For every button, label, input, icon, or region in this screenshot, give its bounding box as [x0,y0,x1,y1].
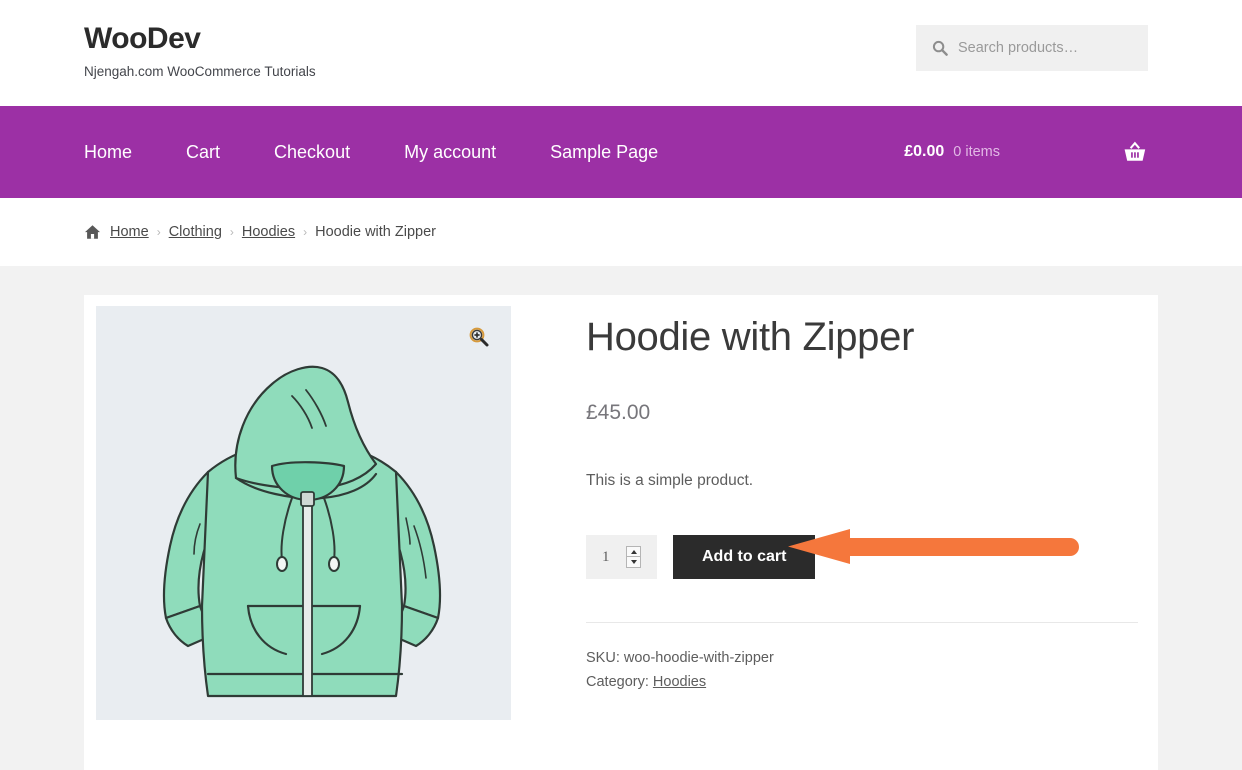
breadcrumb-separator: › [156,225,161,239]
category-label: Category: [586,673,649,690]
search-icon [932,40,948,56]
breadcrumb-separator: › [229,225,234,239]
breadcrumb-item-current: Hoodie with Zipper [315,224,436,240]
breadcrumb-item-home[interactable]: Home [110,224,149,240]
nav-item-my-account[interactable]: My account [404,136,496,169]
search-input[interactable] [958,40,1133,56]
nav-item-sample-page[interactable]: Sample Page [550,136,658,169]
breadcrumb-item-clothing[interactable]: Clothing [169,224,222,240]
sku-value: woo-hoodie-with-zipper [623,650,774,666]
product-meta: SKU: woo-hoodie-with-zipper Category: Ho… [586,647,1146,695]
nav-item-cart[interactable]: Cart [186,136,220,169]
quantity-increase-button[interactable] [627,547,640,557]
product-summary: Hoodie with Zipper £45.00 This is a simp… [511,306,1146,759]
home-icon[interactable] [84,224,101,240]
breadcrumb-bar: Home › Clothing › Hoodies › Hoodie with … [0,198,1242,266]
quantity-stepper[interactable] [586,535,657,579]
quantity-decrease-button[interactable] [627,557,640,567]
product-image[interactable] [96,306,511,720]
image-zoom-icon[interactable] [468,326,490,348]
site-header: WooDev Njengah.com WooCommerce Tutorials [0,0,1242,106]
chevron-down-icon [630,560,637,564]
quantity-input[interactable] [602,548,624,566]
nav-item-home[interactable]: Home [84,136,132,169]
site-title: WooDev [84,22,201,55]
breadcrumb-separator: › [303,225,308,239]
cart-item-count: 0 items [953,144,1000,160]
chevron-up-icon [630,549,637,554]
product-card: Hoodie with Zipper £45.00 This is a simp… [84,295,1158,770]
product-title: Hoodie with Zipper [586,315,915,359]
breadcrumb: Home › Clothing › Hoodies › Hoodie with … [84,224,436,240]
nav-list: Home Cart Checkout My account Sample Pag… [84,136,658,169]
product-search-box[interactable] [916,25,1148,71]
cart-summary[interactable]: £0.00 0 items [904,106,1148,198]
category-link[interactable]: Hoodies [653,674,706,690]
shopping-basket-icon[interactable] [1122,140,1148,164]
site-branding[interactable]: WooDev Njengah.com WooCommerce Tutorials [84,22,316,79]
meta-divider [586,622,1138,623]
product-sku: SKU: woo-hoodie-with-zipper [586,647,1146,671]
page-body: Hoodie with Zipper £45.00 This is a simp… [0,266,1242,770]
nav-item-checkout[interactable]: Checkout [274,136,350,169]
product-price: £45.00 [586,401,651,424]
quantity-spinner[interactable] [626,546,641,568]
breadcrumb-item-hoodies[interactable]: Hoodies [242,224,295,240]
add-to-cart-form: Add to cart [586,535,1146,579]
add-to-cart-button[interactable]: Add to cart [673,535,816,579]
site-tagline: Njengah.com WooCommerce Tutorials [84,64,316,79]
primary-navigation: Home Cart Checkout My account Sample Pag… [0,106,1242,198]
product-category: Category: Hoodies [586,671,1146,695]
sku-label: SKU: [586,650,620,666]
product-short-description: This is a simple product. [586,472,754,489]
cart-total-amount: £0.00 [904,143,945,160]
product-gallery [96,306,511,759]
